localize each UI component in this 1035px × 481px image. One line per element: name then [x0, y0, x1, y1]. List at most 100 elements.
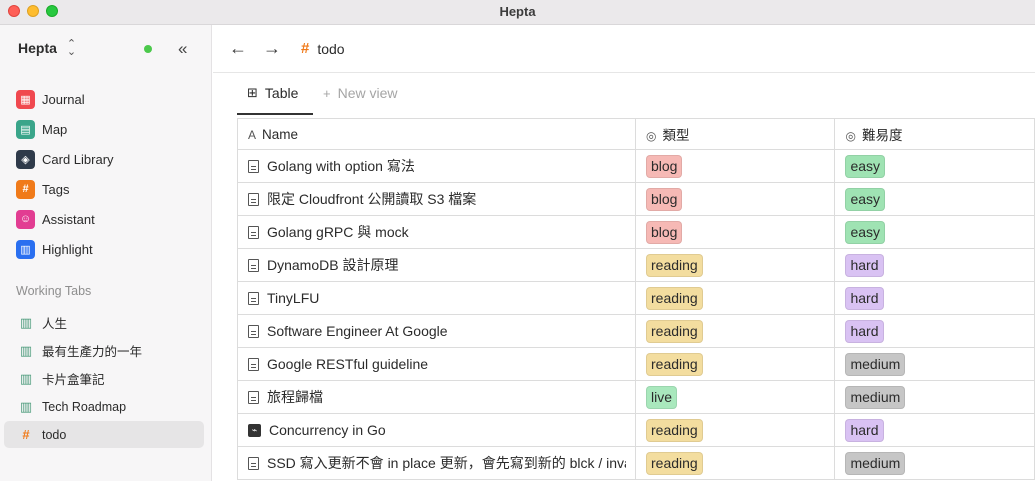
breadcrumb-title: todo [317, 40, 345, 57]
active-tab-indicator [237, 113, 313, 115]
type-tag: live [646, 385, 678, 409]
sidebar-item-assistant[interactable]: ☺ Assistant [16, 208, 95, 230]
sidebar-item-map[interactable]: ▤ Map [16, 118, 67, 140]
table-row[interactable]: Google RESTful guideline reading medium [237, 347, 1035, 381]
table-row[interactable]: TinyLFU reading hard [237, 281, 1035, 315]
cell-type[interactable]: blog [634, 182, 836, 216]
difficulty-tag: hard [845, 319, 884, 343]
cell-name[interactable]: Golang gRPC 與 mock [237, 215, 636, 249]
collapse-sidebar-button[interactable]: « [178, 39, 188, 59]
sidebar-item-journal[interactable]: ▦ Journal [16, 88, 85, 110]
sidebar-item-card-library[interactable]: ◈ Card Library [16, 148, 114, 170]
table-row[interactable]: 限定 Cloudfront 公開讀取 S3 檔案 blog easy [237, 182, 1035, 216]
cell-name[interactable]: 旅程歸檔 [237, 380, 636, 414]
chevron-updown-icon: ⌃ ⌄ [66, 38, 77, 58]
calendar-icon: ▦ [16, 89, 35, 109]
sidebar-item-label: Card Library [42, 151, 114, 167]
type-tag: reading [646, 352, 703, 376]
working-tabs-title: Working Tabs [16, 284, 92, 298]
table-row[interactable]: Golang gRPC 與 mock blog easy [237, 215, 1035, 249]
cell-difficulty[interactable]: hard [834, 281, 1035, 315]
working-tab-item[interactable]: ▥ 最有生產力的一年 [4, 337, 204, 364]
pdf-icon: ⌁ [248, 423, 261, 437]
cell-name[interactable]: DynamoDB 設計原理 [237, 248, 636, 282]
back-arrow-icon[interactable]: ← [229, 38, 247, 59]
cell-type[interactable]: reading [634, 248, 836, 282]
cell-type[interactable]: blog [634, 215, 836, 249]
document-icon [248, 225, 259, 239]
cell-difficulty[interactable]: easy [834, 215, 1035, 249]
cell-name[interactable]: Google RESTful guideline [237, 347, 636, 381]
table-row[interactable]: ⌁ Concurrency in Go reading hard [237, 413, 1035, 447]
forward-arrow-icon[interactable]: → [263, 38, 281, 59]
map-icon: ▥ [19, 398, 33, 414]
cell-type[interactable]: blog [634, 149, 836, 183]
cell-difficulty[interactable]: easy [834, 182, 1035, 216]
cell-difficulty[interactable]: hard [834, 413, 1035, 447]
new-view-button[interactable]: + New view [323, 85, 398, 101]
sidebar-item-label: Assistant [42, 211, 95, 227]
cell-name[interactable]: ⌁ Concurrency in Go [237, 413, 636, 447]
cell-type[interactable]: live [634, 380, 836, 414]
difficulty-tag: medium [845, 451, 906, 475]
select-property-icon: ◎ [845, 129, 856, 143]
table-row[interactable]: Software Engineer At Google reading hard [237, 314, 1035, 348]
column-header-type[interactable]: ◎ 類型 [634, 118, 836, 150]
type-tag: reading [646, 286, 703, 310]
cell-difficulty[interactable]: hard [834, 314, 1035, 348]
table-row[interactable]: DynamoDB 設計原理 reading hard [237, 248, 1035, 282]
new-view-label: New view [337, 85, 398, 101]
cell-name[interactable]: 限定 Cloudfront 公開讀取 S3 檔案 [237, 182, 636, 216]
hash-icon: # [16, 179, 35, 199]
column-header-difficulty[interactable]: ◎ 難易度 [834, 118, 1035, 150]
type-tag: reading [646, 319, 703, 343]
breadcrumb: # todo [301, 40, 345, 57]
row-title: Golang with option 寫法 [267, 158, 415, 174]
cell-type[interactable]: reading [634, 446, 836, 480]
row-title: SSD 寫入更新不會 in place 更新，會先寫到新的 blck / inv… [267, 455, 626, 471]
row-title: 限定 Cloudfront 公開讀取 S3 檔案 [267, 191, 477, 207]
type-tag: reading [646, 253, 703, 277]
cell-type[interactable]: reading [634, 314, 836, 348]
workspace-switcher[interactable]: Hepta ⌃ ⌄ [18, 38, 77, 58]
cell-difficulty[interactable]: hard [834, 248, 1035, 282]
sidebar-item-tags[interactable]: # Tags [16, 178, 69, 200]
document-icon [248, 324, 259, 338]
tab-table[interactable]: ⊞ Table [247, 85, 298, 101]
hash-icon: # [22, 427, 30, 442]
type-tag: blog [646, 187, 683, 211]
window-title: Hepta [499, 4, 536, 19]
difficulty-tag: easy [845, 187, 886, 211]
table-row[interactable]: 旅程歸檔 live medium [237, 380, 1035, 414]
cell-difficulty[interactable]: medium [834, 380, 1035, 414]
document-icon [248, 357, 259, 371]
map-icon: ▤ [16, 119, 35, 139]
sidebar-item-highlight[interactable]: ▥ Highlight [16, 238, 93, 260]
cell-name[interactable]: TinyLFU [237, 281, 636, 315]
cell-type[interactable]: reading [634, 413, 836, 447]
difficulty-tag: medium [845, 352, 906, 376]
stack-icon: ◈ [16, 149, 35, 169]
working-tab-item[interactable]: ▥ 人生 [4, 309, 204, 336]
cell-name[interactable]: Software Engineer At Google [237, 314, 636, 348]
row-title: TinyLFU [267, 290, 320, 306]
sidebar: Hepta ⌃ ⌄ « ▦ Journal ▤ Map ◈ Card Library # Tag… [0, 25, 212, 481]
cell-difficulty[interactable]: medium [834, 347, 1035, 381]
sidebar-item-label: Journal [42, 91, 85, 107]
column-header-name[interactable]: A Name [237, 118, 636, 150]
working-tab-item[interactable]: ▥ Tech Roadmap [4, 393, 204, 420]
cell-difficulty[interactable]: easy [834, 149, 1035, 183]
cell-name[interactable]: Golang with option 寫法 [237, 149, 636, 183]
row-title: Google RESTful guideline [267, 356, 429, 372]
cell-type[interactable]: reading [634, 347, 836, 381]
table-row[interactable]: Golang with option 寫法 blog easy [237, 149, 1035, 183]
map-icon: ▥ [19, 342, 33, 358]
table-row[interactable]: SSD 寫入更新不會 in place 更新，會先寫到新的 blck / inv… [237, 446, 1035, 480]
working-tab-item[interactable]: # todo [4, 421, 204, 448]
sidebar-item-label: Map [42, 121, 68, 137]
cell-difficulty[interactable]: medium [834, 446, 1035, 480]
cell-name[interactable]: SSD 寫入更新不會 in place 更新，會先寫到新的 blck / inv… [237, 446, 636, 480]
hash-icon: # [301, 40, 310, 57]
cell-type[interactable]: reading [634, 281, 836, 315]
working-tab-item[interactable]: ▥ 卡片盒筆記 [4, 365, 204, 392]
